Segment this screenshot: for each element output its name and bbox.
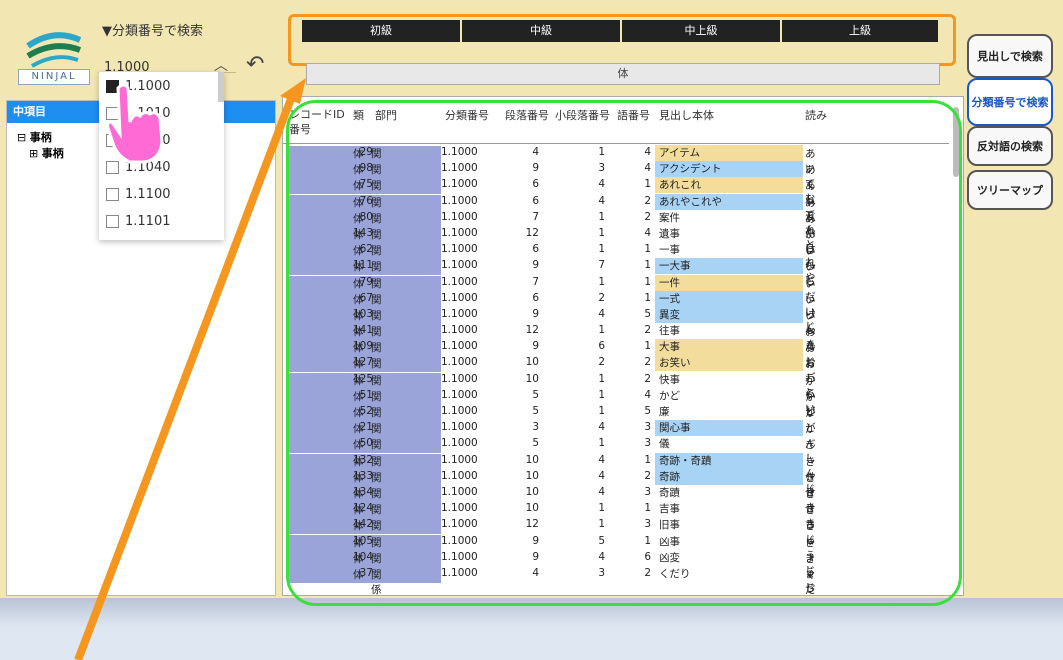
annotation-arrow (74, 78, 306, 660)
